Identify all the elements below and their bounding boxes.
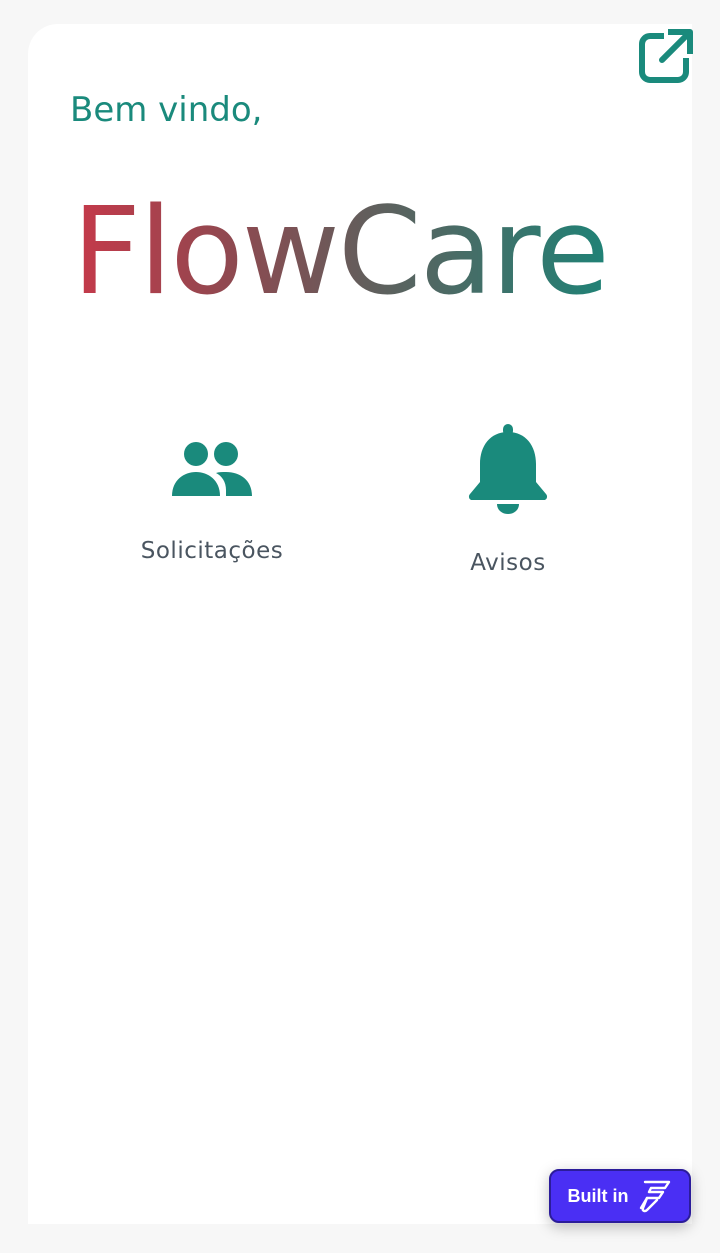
flutterflow-logo-icon [639,1180,670,1213]
app-title: FlowCare [72,183,610,322]
built-in-badge[interactable]: Built in [549,1169,691,1223]
open-in-new-icon [639,29,693,83]
open-external-button[interactable] [638,28,694,84]
greeting-text: Bem vindo, [70,90,263,130]
requests-label: Solicitações [140,538,284,564]
bell-icon [468,424,548,514]
requests-button[interactable]: Solicitações [112,430,312,564]
people-icon [172,442,252,496]
notices-label: Avisos [470,550,546,576]
built-in-label: Built in [567,1185,629,1206]
notices-button[interactable]: Avisos [418,424,598,576]
